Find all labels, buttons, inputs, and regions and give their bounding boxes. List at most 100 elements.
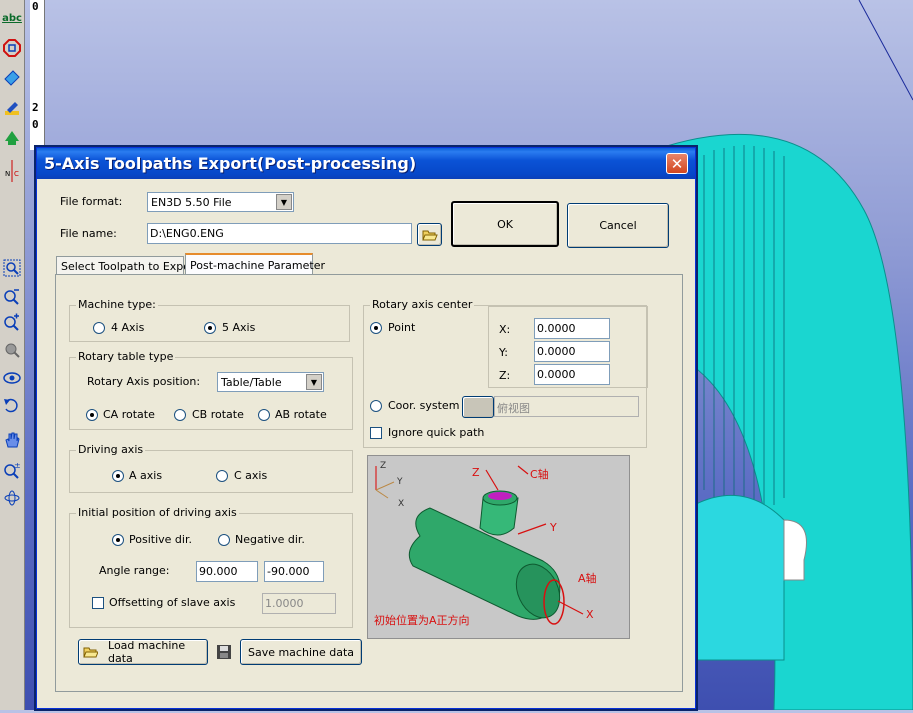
file-format-value: EN3D 5.50 File	[151, 196, 232, 209]
orbit-icon[interactable]	[2, 488, 22, 508]
close-button[interactable]: ✕	[666, 153, 688, 174]
y-label: Y:	[499, 346, 508, 359]
coor-system-input[interactable]: 俯视图	[494, 396, 639, 417]
radio-a-axis[interactable]	[112, 470, 124, 482]
zoom-out-icon[interactable]	[2, 286, 22, 306]
eye-icon[interactable]	[2, 368, 22, 388]
svg-text:N: N	[5, 170, 10, 178]
coor-system-button[interactable]	[462, 396, 494, 418]
radio-negative-dir-label: Negative dir.	[235, 533, 305, 546]
radio-4-axis-label: 4 Axis	[111, 321, 145, 334]
ignore-quick-path-label: Ignore quick path	[388, 426, 485, 439]
abc-label: abc	[2, 12, 22, 24]
ruler-label: 0	[32, 0, 39, 13]
stop-sign-icon[interactable]	[2, 38, 22, 58]
rotary-center-title: Rotary axis center	[370, 298, 475, 311]
ruler-label: 2	[32, 101, 39, 114]
offsetting-checkbox[interactable]	[92, 597, 104, 609]
y-input[interactable]: 0.0000	[534, 341, 610, 362]
highlighter-icon[interactable]	[2, 98, 22, 118]
zoom-dynamic-icon[interactable]: ±	[2, 460, 22, 480]
floppy-disk-icon	[217, 645, 231, 659]
tab-select-toolpath[interactable]: Select Toolpath to Export	[56, 256, 199, 276]
diagram-c-axis-label: C轴	[530, 467, 549, 481]
svg-text:C: C	[14, 170, 19, 178]
folder-open-icon	[421, 230, 438, 240]
left-toolbar: abc NC ±	[0, 0, 25, 710]
radio-ca-rotate[interactable]	[86, 409, 98, 421]
radio-cb-rotate[interactable]	[174, 409, 186, 421]
radio-ab-rotate-label: AB rotate	[275, 408, 327, 421]
hand-pan-icon[interactable]	[2, 430, 22, 450]
zoom-in-icon[interactable]	[2, 312, 22, 332]
zoom-all-icon[interactable]	[2, 340, 22, 360]
rotary-axis-position-value: Table/Table	[221, 376, 282, 389]
radio-c-axis[interactable]	[216, 470, 228, 482]
load-machine-data-button[interactable]: Load machine data	[78, 639, 208, 665]
radio-point[interactable]	[370, 322, 382, 334]
offsetting-input[interactable]: 1.0000	[262, 593, 336, 614]
triad-y-label: Y	[396, 477, 403, 487]
ignore-quick-path-checkbox[interactable]	[370, 427, 382, 439]
offsetting-label: Offsetting of slave axis	[109, 596, 236, 609]
load-machine-data-label: Load machine data	[108, 639, 186, 665]
radio-coor-system[interactable]	[370, 400, 382, 412]
green-arrow-icon[interactable]	[2, 128, 22, 148]
radio-positive-dir[interactable]	[112, 534, 124, 546]
initial-position-group: Initial position of driving axis Positiv…	[69, 506, 353, 628]
rotary-axis-position-label: Rotary Axis position:	[87, 375, 201, 388]
diagram-x-label: X	[586, 608, 594, 621]
machine-type-group: Machine type: 4 Axis 5 Axis	[69, 298, 350, 342]
radio-cb-rotate-label: CB rotate	[192, 408, 244, 421]
angle-max-input[interactable]: -90.000	[264, 561, 324, 582]
eraser-icon[interactable]	[2, 68, 22, 88]
cancel-button[interactable]: Cancel	[567, 203, 669, 248]
pipe-diagram: Z Y X Z C轴 Y A轴 X 初始位置为A正方向	[374, 461, 597, 627]
diagram-z-label: Z	[472, 466, 480, 479]
zoom-window-icon[interactable]	[2, 258, 22, 278]
machine-diagram: Z Y X Z C轴 Y A轴 X 初始位置为A正方向	[367, 455, 630, 639]
x-input[interactable]: 0.0000	[534, 318, 610, 339]
rotary-table-title: Rotary table type	[76, 350, 176, 363]
radio-negative-dir[interactable]	[218, 534, 230, 546]
radio-c-axis-label: C axis	[234, 469, 268, 482]
file-format-label: File format:	[60, 195, 123, 208]
radio-point-label: Point	[388, 321, 416, 334]
rotary-axis-position-select[interactable]: Table/Table ▼	[217, 372, 324, 392]
export-dialog: 5-Axis Toolpaths Export(Post-processing)…	[36, 147, 696, 709]
radio-coor-system-label: Coor. system	[388, 399, 460, 412]
triad-x-label: X	[398, 499, 404, 509]
angle-min-input[interactable]: 90.000	[196, 561, 258, 582]
x-label: X:	[499, 323, 511, 336]
tab-panel: Machine type: 4 Axis 5 Axis Rotary table…	[55, 274, 683, 692]
rotate-view-icon[interactable]	[2, 396, 22, 416]
abc-text-icon[interactable]: abc	[2, 8, 22, 28]
triad-z-label: Z	[380, 461, 386, 471]
radio-ca-rotate-label: CA rotate	[103, 408, 155, 421]
angle-range-label: Angle range:	[99, 564, 170, 577]
diagram-a-axis-label: A轴	[578, 571, 597, 585]
file-format-select[interactable]: EN3D 5.50 File ▼	[147, 192, 294, 212]
chevron-down-icon: ▼	[276, 194, 292, 210]
browse-button[interactable]	[417, 223, 442, 246]
z-input[interactable]: 0.0000	[534, 364, 610, 385]
radio-a-axis-label: A axis	[129, 469, 163, 482]
node-icon[interactable]: NC	[2, 160, 22, 182]
driving-axis-group: Driving axis A axis C axis	[69, 443, 353, 493]
ok-button[interactable]: OK	[451, 201, 559, 247]
chevron-down-icon: ▼	[306, 374, 322, 390]
machine-type-title: Machine type:	[76, 298, 158, 311]
radio-ab-rotate[interactable]	[258, 409, 270, 421]
tab-post-machine[interactable]: Post-machine Parameter	[185, 253, 325, 276]
vertical-ruler: 0 2 0	[30, 0, 45, 150]
save-icon-button[interactable]	[214, 639, 234, 665]
dialog-title: 5-Axis Toolpaths Export(Post-processing)	[44, 154, 417, 173]
radio-5-axis[interactable]	[204, 322, 216, 334]
save-machine-data-button[interactable]: Save machine data	[240, 639, 362, 665]
radio-5-axis-label: 5 Axis	[222, 321, 256, 334]
radio-4-axis[interactable]	[93, 322, 105, 334]
file-name-input[interactable]: D:\ENG0.ENG	[147, 223, 412, 244]
diagram-caption: 初始位置为A正方向	[374, 613, 470, 627]
dialog-titlebar[interactable]: 5-Axis Toolpaths Export(Post-processing)…	[37, 148, 695, 179]
svg-text:±: ±	[14, 461, 21, 470]
